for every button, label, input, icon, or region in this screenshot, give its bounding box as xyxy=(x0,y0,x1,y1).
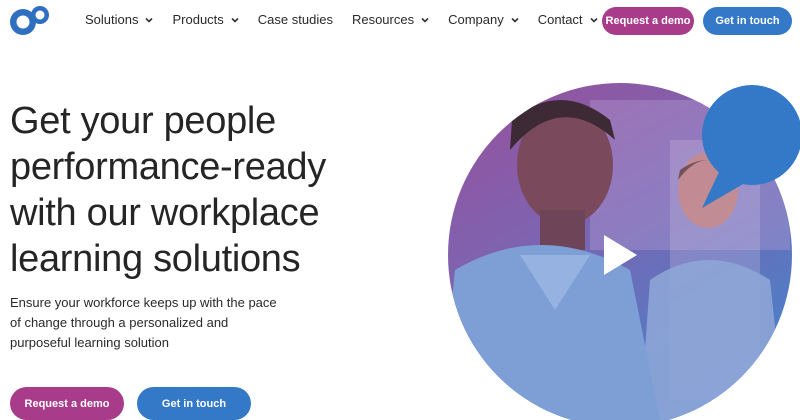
site-header: Solutions Products Case studies Resource… xyxy=(0,0,800,44)
nav-item-contact[interactable]: Contact xyxy=(538,12,598,27)
subtext-line: of change through a personalized and xyxy=(10,315,229,330)
nav-label: Contact xyxy=(537,12,583,27)
button-label: Get in touch xyxy=(161,397,227,410)
chevron-down-icon xyxy=(511,17,519,23)
chevron-down-icon xyxy=(421,17,429,23)
headline-line: learning solutions xyxy=(10,238,301,280)
hero-video[interactable] xyxy=(440,80,800,420)
nav-label: Company xyxy=(448,12,504,27)
hero-subtext: Ensure your workforce keeps up with the … xyxy=(10,293,330,353)
subtext-line: Ensure your workforce keeps up with the … xyxy=(10,295,277,310)
hero-get-in-touch-button[interactable]: Get in touch xyxy=(137,387,251,420)
nav-label: Case studies xyxy=(257,12,333,27)
hero-request-demo-button[interactable]: Request a demo xyxy=(10,387,124,420)
hero-headline: Get your people performance-ready with o… xyxy=(10,98,410,282)
headline-line: with our workplace xyxy=(10,192,320,234)
nav-label: Products xyxy=(172,12,224,27)
chevron-down-icon xyxy=(589,17,598,23)
brand-logo-icon[interactable] xyxy=(9,5,53,37)
chevron-down-icon xyxy=(231,17,239,23)
nav-item-resources[interactable]: Resources xyxy=(352,12,429,27)
button-label: Request a demo xyxy=(24,397,110,410)
nav-label: Resources xyxy=(351,12,415,27)
nav-item-case-studies[interactable]: Case studies xyxy=(258,12,333,27)
nav-item-products[interactable]: Products xyxy=(172,12,239,27)
button-label: Get in touch xyxy=(715,15,780,27)
nav-item-solutions[interactable]: Solutions xyxy=(85,12,154,27)
hero-video-image xyxy=(448,83,800,420)
nav-item-company[interactable]: Company xyxy=(448,12,519,27)
get-in-touch-button[interactable]: Get in touch xyxy=(703,7,792,35)
nav-label: Solutions xyxy=(85,12,139,27)
request-demo-button[interactable]: Request a demo xyxy=(602,7,694,35)
button-label: Request a demo xyxy=(605,15,691,27)
headline-line: Get your people xyxy=(10,100,276,142)
subtext-line: purposeful learning solution xyxy=(10,335,169,350)
chevron-down-icon xyxy=(145,17,154,23)
main-nav: Solutions Products Case studies Resource… xyxy=(85,12,617,27)
headline-line: performance-ready xyxy=(10,146,326,188)
